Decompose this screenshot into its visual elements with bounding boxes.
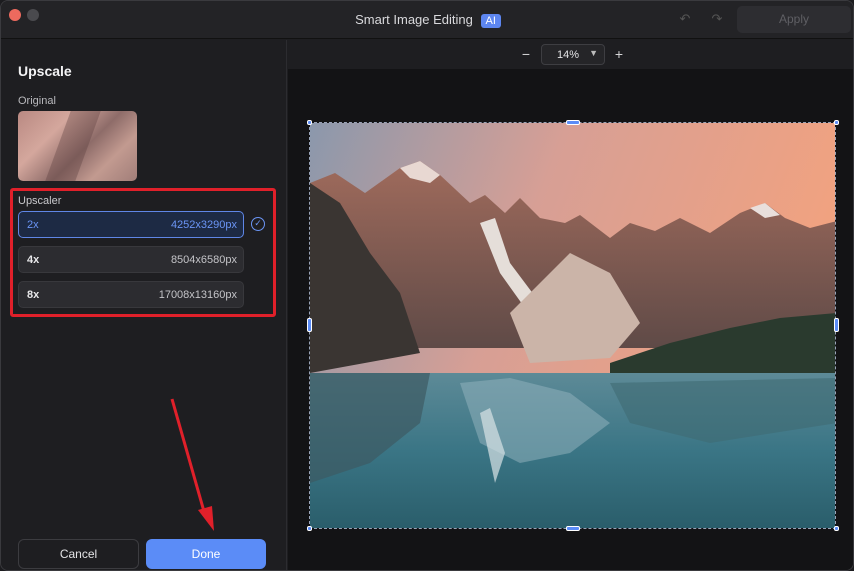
zoom-select[interactable]: 14% ▼ [541,44,605,65]
cancel-button[interactable]: Cancel [18,539,139,569]
preview-image[interactable] [309,122,836,529]
upscale-option-8x[interactable]: 8x 17008x13160px [18,281,244,308]
panel-title: Upscale [18,63,72,79]
crop-handle-corner-br[interactable] [834,526,839,531]
crop-handle-right[interactable] [834,318,839,332]
chevron-down-icon: ▼ [589,48,598,58]
zoom-bar: − 14% ▼ + [288,40,853,69]
option-resolution: 4252x3290px [170,219,237,231]
option-scale: 2x [27,219,39,231]
upscaler-label: Upscaler [18,195,62,207]
upscale-option-4x[interactable]: 4x 8504x6580px [18,246,244,273]
app-window: Smart Image Editing AI ↶ ↷ Apply Upscale… [0,0,854,571]
canvas-area: − 14% ▼ + [288,40,853,570]
undo-icon[interactable]: ↶ [677,11,693,27]
landscape-image [310,123,835,528]
option-resolution: 17008x13160px [158,289,237,301]
original-thumbnail [18,111,137,181]
option-scale: 8x [27,289,40,301]
window-title-text: Smart Image Editing [355,12,473,27]
crop-handle-left[interactable] [307,318,312,332]
upscale-panel: Upscale Original Upscaler 2x 4252x3290px… [1,40,287,570]
crop-handle-bottom[interactable] [566,526,580,531]
option-resolution: 8504x6580px [170,254,237,266]
upscale-option-2x[interactable]: 2x 4252x3290px [18,211,244,238]
ai-badge: AI [480,14,501,28]
title-bar: Smart Image Editing AI ↶ ↷ Apply [1,1,853,39]
window-title: Smart Image Editing AI [1,12,853,28]
apply-button[interactable]: Apply [737,6,851,33]
redo-icon[interactable]: ↷ [709,11,725,27]
original-label: Original [18,95,56,107]
check-circle-icon: ✓ [251,217,265,231]
option-scale: 4x [27,254,40,266]
crop-handle-top[interactable] [566,120,580,125]
crop-handle-corner-bl[interactable] [307,526,312,531]
zoom-out-button[interactable]: − [519,46,533,62]
crop-handle-corner-tl[interactable] [307,120,312,125]
done-button[interactable]: Done [146,539,266,569]
crop-handle-corner-tr[interactable] [834,120,839,125]
zoom-in-button[interactable]: + [612,46,626,62]
zoom-value: 14% [557,49,580,61]
